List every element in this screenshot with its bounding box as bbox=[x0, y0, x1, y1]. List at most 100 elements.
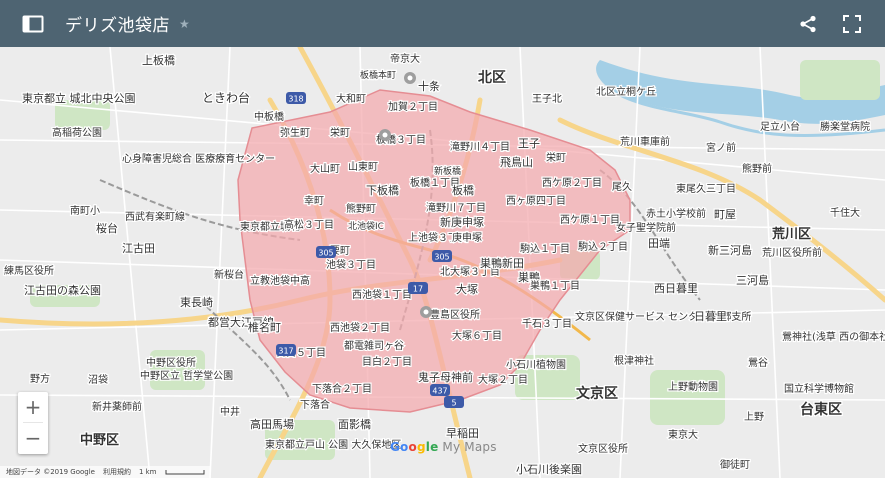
map-label: 新桜台 bbox=[214, 268, 244, 281]
map-label: 町屋 bbox=[714, 208, 736, 221]
map-label: 宮ノ前 bbox=[706, 141, 736, 154]
map-label: 西ケ原１丁目 bbox=[560, 214, 620, 226]
map-label: 板橋 bbox=[452, 183, 474, 197]
map-label: 江古田 bbox=[122, 242, 155, 255]
map-label: 東尾久三丁目 bbox=[676, 182, 736, 195]
terms-link[interactable]: 利用規約 bbox=[103, 467, 131, 477]
map-label: 池袋３丁目 bbox=[326, 258, 376, 271]
map-label: 熊野前 bbox=[742, 162, 772, 175]
map-label: 十条 bbox=[418, 79, 440, 93]
park bbox=[650, 370, 725, 425]
map-label: 赤土小学校前 bbox=[646, 207, 706, 220]
map-label: 中野区立 哲学堂公園 bbox=[140, 369, 233, 382]
map-label: 荒川区役所前 bbox=[762, 246, 822, 259]
map-label: 熊野町 bbox=[346, 202, 376, 215]
zoom-control: + − bbox=[18, 392, 48, 454]
map-label: 新庚申塚 bbox=[440, 215, 484, 229]
svg-text:17: 17 bbox=[413, 285, 423, 294]
map-label: 東京都立戸山 公園 大久保地区 bbox=[265, 438, 401, 451]
header-bar: デリズ池袋店 ★ bbox=[0, 0, 885, 47]
map-label: 大塚６丁目 bbox=[452, 329, 502, 342]
map-label: 西ヶ原四丁目 bbox=[506, 195, 566, 207]
map-label: 駒込１丁目 bbox=[520, 243, 570, 255]
map-label: 豊島区役所 bbox=[430, 308, 480, 321]
map-label: 女子聖学院前 bbox=[616, 221, 676, 234]
map-label: 駒込２丁目 bbox=[578, 241, 628, 253]
map-label: 新三河島 bbox=[708, 243, 752, 257]
map-label: 高稲荷公園 bbox=[52, 126, 102, 139]
map-label: 立教池袋中高 bbox=[250, 274, 310, 287]
map-label: ときわ台 bbox=[202, 90, 250, 105]
map-title: デリズ池袋店 bbox=[65, 16, 170, 36]
zoom-out-button[interactable]: − bbox=[18, 423, 48, 453]
map-footer: 地図データ ©2019 Google 利用規約 1 km bbox=[0, 466, 211, 478]
svg-text:5: 5 bbox=[451, 399, 456, 408]
map-label: 目白２丁目 bbox=[362, 355, 412, 368]
map-label: 江古田の森公園 bbox=[24, 283, 101, 297]
map-label: 足立小台 bbox=[760, 120, 800, 133]
star-icon[interactable]: ★ bbox=[179, 17, 190, 31]
svg-text:318: 318 bbox=[288, 95, 303, 104]
map-label: 下板橋 bbox=[366, 183, 399, 197]
map-label: 王子北 bbox=[532, 93, 562, 105]
map-label: 台東区 bbox=[800, 401, 842, 418]
map-label: 練馬区役所 bbox=[4, 264, 54, 277]
map-label: 上野動物園 bbox=[668, 380, 718, 393]
map-label: 文京区 bbox=[576, 385, 618, 402]
svg-text:305: 305 bbox=[318, 249, 333, 258]
svg-text:437: 437 bbox=[432, 387, 447, 396]
map-label: 尾久 bbox=[612, 181, 632, 193]
map-label: 桜台 bbox=[96, 221, 118, 235]
map-label: 千石３丁目 bbox=[522, 318, 572, 330]
route-badge: 318 bbox=[286, 92, 306, 104]
map-label: 山東町 bbox=[348, 160, 378, 173]
map-label: 荒川車庫前 bbox=[620, 135, 670, 148]
map-label: 弥生町 bbox=[280, 126, 310, 139]
map-label: 西日暮里 bbox=[654, 281, 698, 295]
map-label: 小石川後楽園 bbox=[516, 462, 582, 476]
map-label: 南町小 bbox=[70, 204, 100, 217]
map-label: 田端 bbox=[648, 237, 670, 250]
map-label: 新板橋 bbox=[434, 165, 461, 177]
map-label: 庚申塚 bbox=[452, 231, 482, 244]
pin-icon[interactable] bbox=[404, 72, 416, 84]
share-icon[interactable] bbox=[797, 13, 819, 35]
map-label: 上野 bbox=[744, 411, 764, 423]
map-label: 沼袋 bbox=[88, 373, 108, 386]
map-canvas[interactable]: 北区帝京大板橋本町十条上板橋東京都立 城北中央公園 ときわ台 大和町加賀２丁目王子北… bbox=[0, 47, 885, 478]
map-label: 勝楽堂病院 bbox=[820, 120, 870, 133]
pin-icon[interactable] bbox=[379, 129, 391, 141]
map-label: 中野区 bbox=[80, 432, 119, 448]
map-label: 大和町 bbox=[336, 92, 366, 105]
map-label: 加賀２丁目 bbox=[388, 101, 438, 113]
map-label: 心身障害児総合 医療療育センター bbox=[122, 152, 275, 165]
map-label: 帝京大 bbox=[390, 52, 420, 65]
pin-icon[interactable] bbox=[420, 306, 432, 318]
map-label: 西ケ原２丁目 bbox=[542, 177, 602, 189]
map-label: 幸町 bbox=[304, 195, 324, 207]
map-label: 西池袋１丁目 bbox=[352, 288, 412, 301]
map-data-credit: 地図データ ©2019 Google bbox=[6, 468, 95, 476]
map-label: 巣鴨新田 bbox=[480, 256, 524, 270]
sidebar-toggle-icon[interactable] bbox=[22, 13, 44, 35]
map-label: 椎名町 bbox=[248, 320, 281, 334]
map-label: 日暮里 bbox=[694, 309, 727, 323]
map-label: 滝野川７丁目 bbox=[426, 202, 486, 214]
map-viewer: デリズ池袋店 ★ 北区 帝京大 板橋本町 十条 上板橋 東京都立 城北中央公園 … bbox=[0, 0, 885, 478]
map-label: 中井 bbox=[220, 405, 240, 418]
map-label: 鶯谷 bbox=[748, 356, 768, 369]
map-label: 下落合２丁目 bbox=[312, 382, 372, 395]
park bbox=[800, 60, 880, 100]
route-badge: 5 bbox=[444, 396, 464, 408]
map-label: 上板橋 bbox=[142, 53, 175, 67]
park bbox=[150, 350, 205, 390]
scale-label: 1 km bbox=[138, 468, 157, 476]
route-badge: 17 bbox=[408, 282, 428, 294]
map-label: 北区立桐ケ丘 bbox=[596, 85, 656, 98]
map-label: 大山町 bbox=[310, 162, 340, 175]
svg-text:305: 305 bbox=[434, 253, 449, 262]
map-label: 中野区役所 bbox=[146, 356, 196, 369]
zoom-in-button[interactable]: + bbox=[18, 392, 48, 422]
map-label: 小石川植物園 bbox=[506, 358, 566, 371]
fullscreen-icon[interactable] bbox=[841, 13, 863, 35]
